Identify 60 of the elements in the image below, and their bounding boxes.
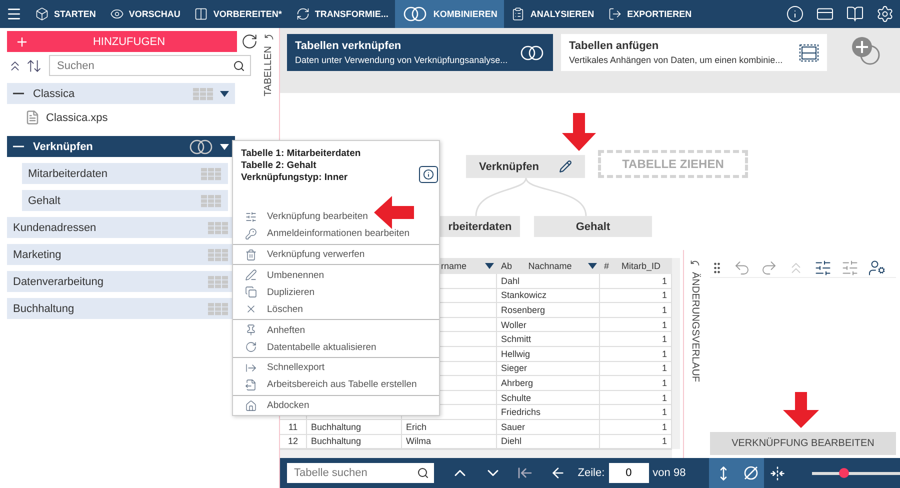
table-cell: Sieger: [497, 362, 600, 376]
table-cell: Hellwig: [497, 346, 600, 362]
menu-item[interactable]: Duplizieren: [233, 284, 439, 301]
table-cell: Sauer: [497, 420, 600, 435]
tree-item[interactable]: Kundenadressen: [7, 217, 235, 238]
nav-tab[interactable]: VORSCHAU: [102, 0, 188, 28]
menu-item[interactable]: Verknüpfung bearbeiten: [233, 208, 439, 226]
table-cell: Stankowicz: [497, 288, 600, 304]
panel-label[interactable]: TABELLEN: [263, 46, 274, 96]
menu-item[interactable]: Anmeldeinformationen bearbeiten: [233, 225, 439, 243]
table-cell: Schulte: [497, 390, 600, 406]
row-total: von 98: [652, 467, 686, 479]
join-node[interactable]: Verknüpfen: [466, 155, 585, 178]
option-card[interactable]: Tabellen verknüpfen Daten unter Verwendung von Verknüpfungsanalyse...: [287, 34, 553, 71]
tree-item[interactable]: Mitarbeiterdaten: [22, 163, 228, 184]
tree-group[interactable]: Verknüpfen: [7, 136, 235, 157]
nav-tab[interactable]: STARTEN: [28, 0, 103, 28]
nav-tab[interactable]: ANALYSIEREN: [504, 0, 602, 28]
nav-tab[interactable]: VORBEREITEN*: [187, 0, 289, 28]
add-button[interactable]: HINZUFUGEN: [7, 31, 237, 52]
tree-item[interactable]: Classica.xps: [19, 107, 247, 128]
tree-item[interactable]: Marketing: [7, 244, 235, 265]
search-field[interactable]: Suchen: [49, 55, 251, 76]
nav-tab[interactable]: TRANSFORMIE...: [288, 0, 396, 28]
join-info-text: Tabelle 2: Gehalt: [241, 160, 316, 172]
join-info-text: Tabelle 1: Mitarbeiterdaten: [241, 148, 361, 160]
row-label: Zeile:: [578, 467, 605, 479]
menu-item[interactable]: Verknüpfung verwerfen: [233, 246, 439, 264]
column-header[interactable]: # Mitarb_ID: [600, 258, 672, 274]
table-cell: Friedrichs: [497, 405, 600, 420]
table-cell: Ahrberg: [497, 376, 600, 391]
table-cell: Rosenberg: [497, 303, 600, 318]
menu-item[interactable]: Schnellexport: [233, 359, 439, 376]
table-node[interactable]: rbeiterdaten: [440, 216, 520, 237]
tree-item[interactable]: Buchhaltung: [7, 298, 235, 319]
option-card[interactable]: Tabellen anfügen Vertikales Anhängen von Daten, um einen kombinie...: [561, 34, 827, 71]
menu-item[interactable]: Anheften: [233, 321, 439, 339]
menu-item[interactable]: Arbeitsbereich aus Tabelle erstellen: [233, 376, 439, 394]
table-cell: Erich: [402, 420, 497, 435]
nav-tab[interactable]: KOMBINIEREN: [395, 0, 504, 28]
menu-item[interactable]: Abdocken: [233, 396, 439, 414]
join-info-text: Verknüpfungstyp: Inner: [241, 172, 348, 184]
table-cell: Dahl: [497, 274, 600, 289]
table-search-field[interactable]: Tabelle suchen: [287, 463, 434, 483]
tree-item[interactable]: Gehalt: [22, 190, 228, 211]
nav-tab[interactable]: EXPORTIEREN: [601, 0, 699, 28]
drop-target: TABELLE ZIEHEN: [598, 150, 748, 178]
row-input[interactable]: 0: [608, 463, 649, 483]
table-cell: Woller: [497, 318, 600, 332]
row-number: 11: [280, 420, 307, 435]
column-header[interactable]: Ab Nachname: [497, 258, 600, 274]
menu-item[interactable]: Löschen: [233, 300, 439, 318]
tree-item[interactable]: Datenverarbeitung: [7, 271, 235, 292]
table-cell: Buchhaltung: [307, 420, 402, 435]
table-node[interactable]: Gehalt: [534, 216, 652, 237]
panel-label[interactable]: ÄNDERUNGSVERLAUF: [690, 272, 700, 382]
tree-group[interactable]: Classica: [7, 83, 235, 104]
table-cell: Schmitt: [497, 332, 600, 347]
menu-item[interactable]: Datentabelle aktualisieren: [233, 338, 439, 356]
edit-join-button[interactable]: VERKNÜPFUNG BEARBEITEN: [710, 432, 896, 455]
